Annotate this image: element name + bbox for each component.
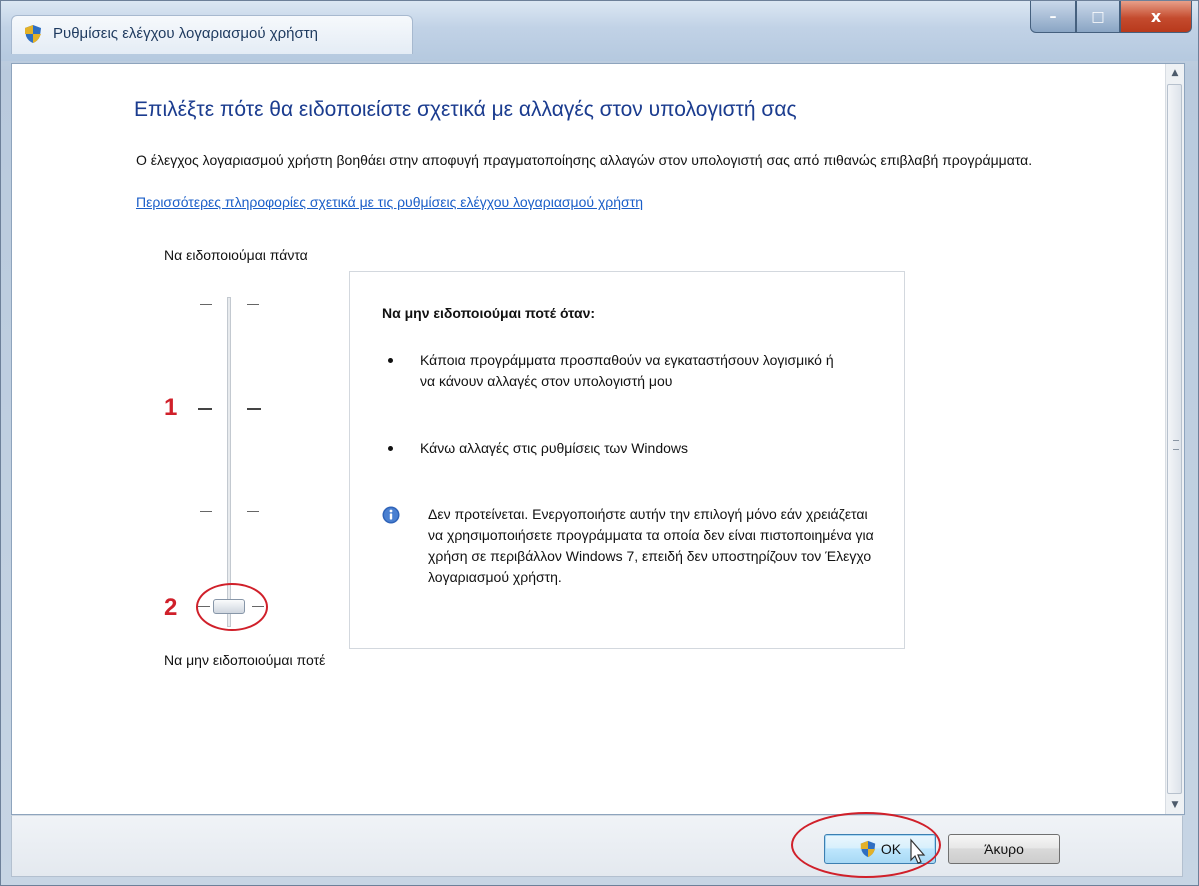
window-title: Ρυθμίσεις ελέγχου λογαριασμού χρήστη xyxy=(53,25,318,42)
slider-tick xyxy=(200,304,212,305)
slider-top-label: Να ειδοποιούμαι πάντα xyxy=(164,247,308,263)
slider-bottom-label: Να μην ειδοποιούμαι ποτέ xyxy=(164,652,326,668)
annotation-marker-2: 2 xyxy=(164,594,178,621)
more-info-link[interactable]: Περισσότερες πληροφορίες σχετικά με τις … xyxy=(136,194,643,210)
scrollbar-thumb[interactable] xyxy=(1167,84,1182,794)
slider-track[interactable] xyxy=(227,297,231,627)
bullet-dot-icon xyxy=(388,358,393,363)
cancel-button[interactable]: Άκυρο xyxy=(948,834,1060,864)
scroll-up-arrow-icon[interactable]: ▲ xyxy=(1166,64,1184,82)
scroll-down-arrow-icon[interactable]: ▼ xyxy=(1166,796,1184,814)
info-icon xyxy=(382,506,400,524)
warning-note-text: Δεν προτείνεται. Ενεργοποιήστε αυτήν την… xyxy=(428,506,874,585)
annotation-marker-1: 1 xyxy=(164,394,178,421)
maximize-button[interactable]: □ xyxy=(1076,1,1120,33)
vertical-scrollbar[interactable]: ▲ ▼ xyxy=(1165,64,1184,814)
title-bar[interactable]: Ρυθμίσεις ελέγχου λογαριασμού χρήστη – □… xyxy=(1,1,1198,61)
slider-tick xyxy=(247,304,259,305)
info-bullet: Κάνω αλλαγές στις ρυθμίσεις των Windows xyxy=(382,438,850,459)
page-heading: Επιλέξτε πότε θα ειδοποιείστε σχετικά με… xyxy=(134,98,797,121)
minimize-button[interactable]: – xyxy=(1030,1,1076,33)
slider-tick xyxy=(200,511,212,512)
scrollbar-grip-icon xyxy=(1173,440,1179,450)
annotation-circle-slider xyxy=(196,583,268,631)
close-button[interactable]: x xyxy=(1120,1,1192,33)
slider-tick xyxy=(247,511,259,512)
uac-settings-window: Ρυθμίσεις ελέγχου λογαριασμού χρήστη – □… xyxy=(0,0,1199,886)
warning-note: Δεν προτείνεται. Ενεργοποιήστε αυτήν την… xyxy=(382,504,880,588)
info-panel: Να μην ειδοποιούμαι ποτέ όταν: Κάποια πρ… xyxy=(349,271,905,649)
bullet-dot-icon xyxy=(388,446,393,451)
info-bullet-text: Κάνω αλλαγές στις ρυθμίσεις των Windows xyxy=(420,440,689,456)
info-bullet-text: Κάποια προγράμματα προσπαθούν να εγκατασ… xyxy=(420,352,834,389)
description-text: Ο έλεγχος λογαριασμού χρήστη βοηθάει στη… xyxy=(136,152,1033,168)
slider-tick xyxy=(247,408,261,410)
info-bullet: Κάποια προγράμματα προσπαθούν να εγκατασ… xyxy=(382,350,850,392)
button-bar: OK Άκυρο xyxy=(11,815,1183,877)
content-area: Επιλέξτε πότε θα ειδοποιείστε σχετικά με… xyxy=(11,63,1185,815)
mouse-pointer-icon xyxy=(910,838,926,864)
uac-shield-icon xyxy=(25,25,41,43)
caption-buttons: – □ x xyxy=(1030,1,1192,35)
cancel-button-label: Άκυρο xyxy=(984,841,1024,857)
info-title: Να μην ειδοποιούμαι ποτέ όταν: xyxy=(382,305,596,321)
slider-tick xyxy=(198,408,212,410)
